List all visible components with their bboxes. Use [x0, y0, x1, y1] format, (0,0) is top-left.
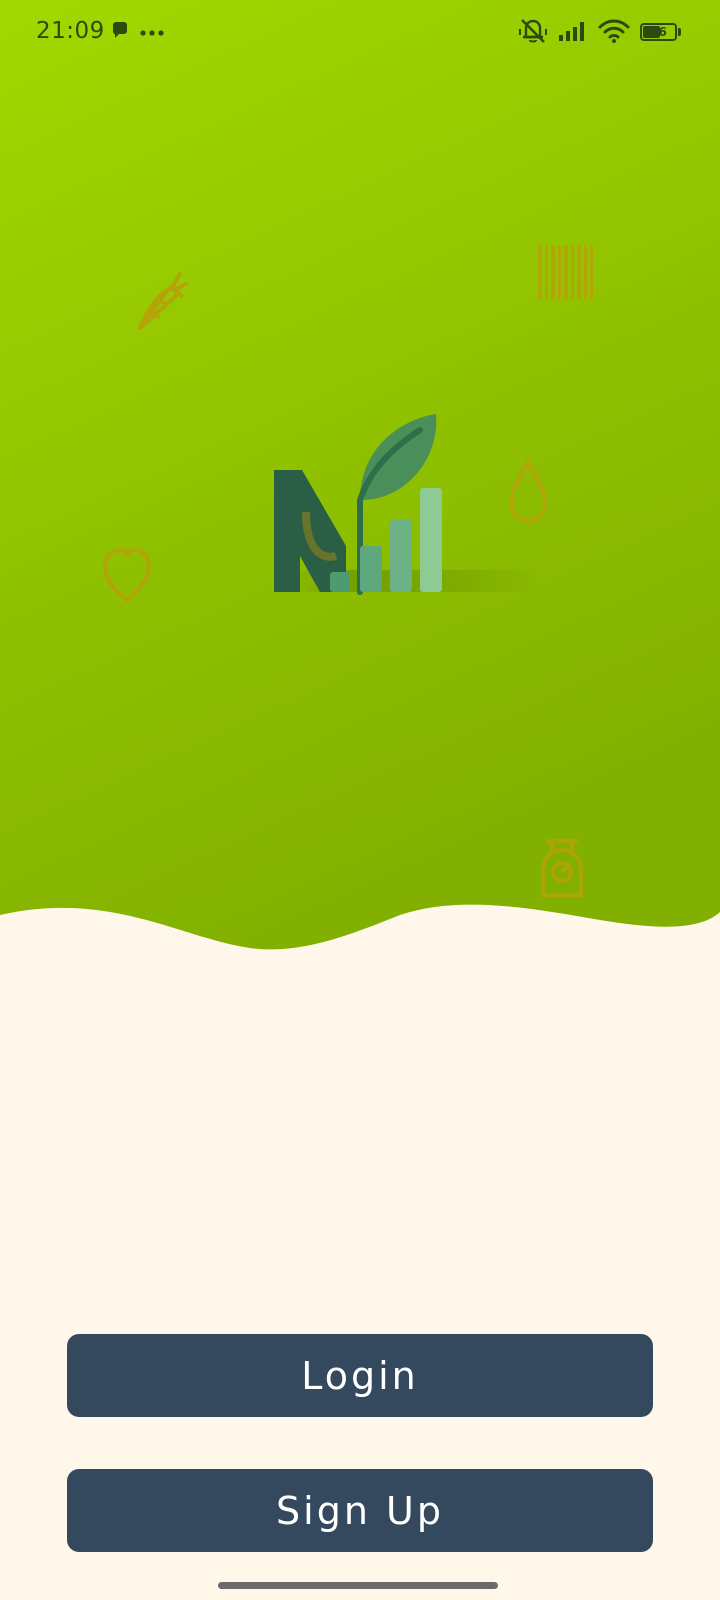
vibrate-mute-icon	[518, 17, 548, 50]
more-dots-icon	[140, 24, 164, 42]
status-bar: 21:09 56	[0, 0, 720, 70]
logo-bar-4	[420, 488, 442, 592]
logo-bar-1	[330, 572, 350, 592]
login-button[interactable]: Login	[67, 1334, 653, 1417]
status-right-icons: 56	[518, 18, 682, 48]
signup-button[interactable]: Sign Up	[67, 1469, 653, 1552]
signal-icon	[558, 21, 588, 46]
hero-background	[0, 0, 720, 950]
logo-bar-3	[390, 520, 412, 592]
battery-level: 56	[650, 25, 667, 39]
logo-bar-2	[360, 546, 382, 592]
home-indicator[interactable]	[218, 1582, 498, 1589]
battery-icon: 56	[640, 23, 682, 43]
barcode-icon	[538, 245, 593, 299]
status-left-icons	[110, 20, 164, 46]
hero-wave-shape	[0, 0, 720, 950]
status-time: 21:09	[36, 18, 105, 44]
hero-banner	[0, 0, 720, 960]
wifi-icon	[598, 19, 630, 48]
chat-bubble-icon	[110, 21, 130, 46]
